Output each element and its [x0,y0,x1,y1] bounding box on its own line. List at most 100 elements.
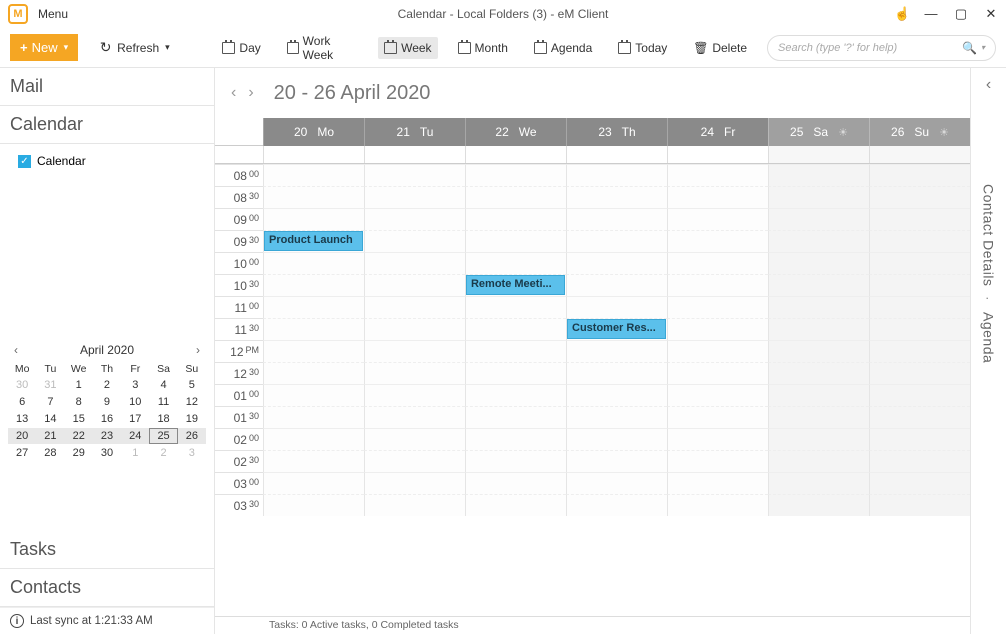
today-button[interactable]: Today [612,37,673,59]
time-slot[interactable] [566,164,667,186]
datepicker-day[interactable]: 20 [8,428,36,444]
time-slot[interactable] [566,494,667,516]
time-slot[interactable] [465,186,566,208]
time-slot[interactable] [465,340,566,362]
datepicker-title[interactable]: April 2020 [80,343,134,357]
time-slot[interactable] [768,472,869,494]
time-slot[interactable] [768,406,869,428]
time-slot[interactable] [263,362,364,384]
time-slot[interactable] [768,230,869,252]
datepicker-day[interactable]: 1 [121,445,149,461]
nav-contacts[interactable]: Contacts [0,569,214,607]
time-slot[interactable] [566,406,667,428]
datepicker-day[interactable]: 5 [178,377,206,393]
time-slot[interactable] [869,472,970,494]
time-slot[interactable] [869,252,970,274]
time-slot[interactable] [869,450,970,472]
datepicker-day[interactable]: 23 [93,428,121,444]
time-slot[interactable] [364,296,465,318]
search-input[interactable]: Search (type '?' for help) 🔍 ▾ [767,35,996,61]
time-slot[interactable] [667,362,768,384]
time-slot[interactable] [364,274,465,296]
time-slot[interactable] [869,362,970,384]
time-slot[interactable] [364,186,465,208]
time-slot[interactable] [667,428,768,450]
view-month-button[interactable]: Month [452,37,514,59]
datepicker-day[interactable]: 11 [149,394,177,410]
close-button[interactable]: ✕ [984,6,998,22]
datepicker-day[interactable]: 19 [178,411,206,427]
time-slot[interactable] [465,384,566,406]
refresh-button[interactable]: Refresh ▾ [92,36,176,59]
day-header[interactable]: 20Mo [263,118,364,146]
maximize-button[interactable]: ▢ [954,6,968,22]
allday-cell[interactable] [869,146,970,163]
time-slot[interactable] [263,384,364,406]
time-slot[interactable] [768,384,869,406]
datepicker-day[interactable]: 12 [178,394,206,410]
time-slot[interactable] [465,296,566,318]
time-slot[interactable] [869,406,970,428]
datepicker-day[interactable]: 28 [36,445,64,461]
time-slot[interactable] [263,340,364,362]
time-slot[interactable] [566,252,667,274]
datepicker-day[interactable]: 27 [8,445,36,461]
time-slot[interactable] [465,252,566,274]
time-slot[interactable] [566,230,667,252]
time-slot[interactable] [364,450,465,472]
time-slot[interactable] [869,164,970,186]
time-slot[interactable] [667,340,768,362]
datepicker-day[interactable]: 26 [178,428,206,444]
calendar-tree-item[interactable]: ✓ Calendar [10,152,204,170]
time-slot[interactable] [667,186,768,208]
time-slot[interactable] [263,164,364,186]
allday-cell[interactable] [465,146,566,163]
time-slot[interactable] [869,186,970,208]
time-slot[interactable] [364,208,465,230]
time-slot[interactable] [263,274,364,296]
day-header[interactable]: 22We [465,118,566,146]
nav-tasks[interactable]: Tasks [0,531,214,569]
time-slot[interactable] [364,318,465,340]
datepicker-day[interactable]: 1 [65,377,93,393]
time-slot[interactable] [869,208,970,230]
time-slot[interactable] [465,230,566,252]
datepicker-day[interactable]: 10 [121,394,149,410]
time-slot[interactable] [465,428,566,450]
time-slot[interactable] [263,252,364,274]
time-slot[interactable] [768,186,869,208]
time-slot[interactable] [566,384,667,406]
time-slot[interactable] [364,428,465,450]
time-slot[interactable] [768,208,869,230]
time-slot[interactable] [566,450,667,472]
time-slot[interactable] [566,186,667,208]
datepicker-day[interactable]: 2 [93,377,121,393]
calendar-event[interactable]: Product Launch [264,231,363,251]
time-slot[interactable] [364,252,465,274]
time-slot[interactable] [768,450,869,472]
datepicker-day[interactable]: 9 [93,394,121,410]
touch-icon[interactable]: ☝ [894,6,908,22]
time-slot[interactable] [667,472,768,494]
datepicker-day[interactable]: 14 [36,411,64,427]
time-slot[interactable] [667,274,768,296]
time-slot[interactable] [667,164,768,186]
time-slot[interactable] [768,428,869,450]
time-slot[interactable] [566,340,667,362]
time-slot[interactable] [667,252,768,274]
view-week-button[interactable]: Week [378,37,437,59]
contact-details-tab[interactable]: Contact Details [981,184,997,286]
day-header[interactable]: 21Tu [364,118,465,146]
calendar-event[interactable]: Customer Res... [567,319,666,339]
datepicker-day[interactable]: 7 [36,394,64,410]
time-slot[interactable] [768,362,869,384]
datepicker-day[interactable]: 6 [8,394,36,410]
view-day-button[interactable]: Day [216,37,266,59]
datepicker-day[interactable]: 21 [36,428,64,444]
nav-calendar[interactable]: Calendar [0,106,214,144]
datepicker-day[interactable]: 13 [8,411,36,427]
datepicker-day[interactable]: 8 [65,394,93,410]
time-slot[interactable] [869,274,970,296]
time-slot[interactable] [364,164,465,186]
time-slot[interactable] [869,230,970,252]
